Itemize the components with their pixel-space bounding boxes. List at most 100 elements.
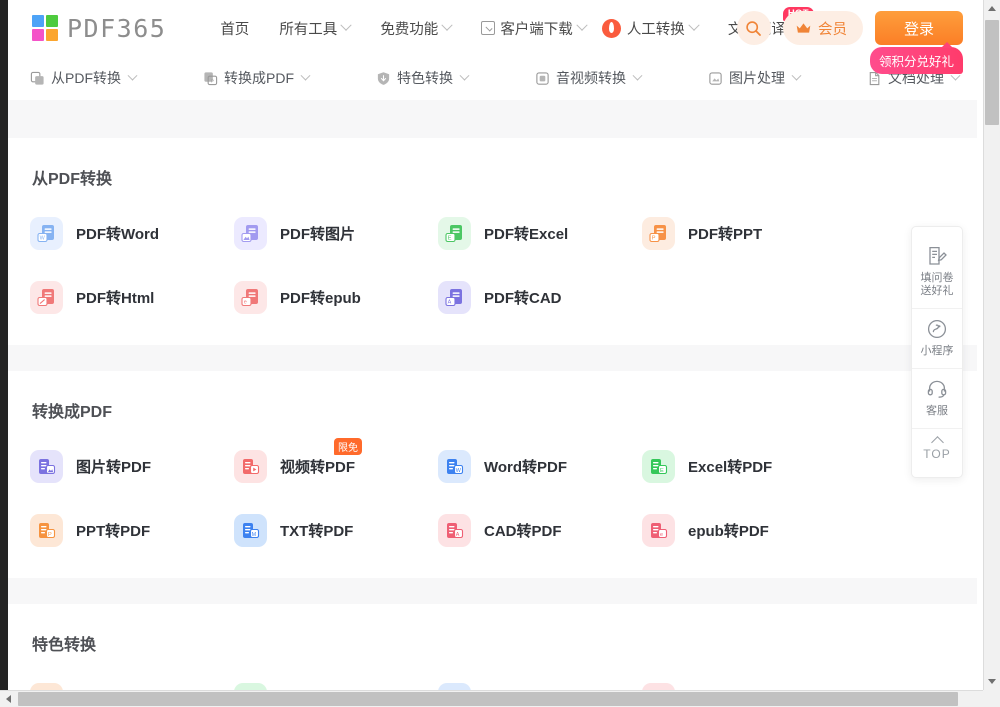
subnav-item-image[interactable]: 图片处理 xyxy=(708,68,802,88)
triangle-left-icon xyxy=(6,695,11,703)
vip-button[interactable]: 会员 xyxy=(782,11,863,45)
tool-badge-limited-free: 限免 xyxy=(334,438,362,455)
tool-grid: 图片转PDF 视频转PDF 限免 W Word转PDF E Excel转PDF … xyxy=(8,422,977,578)
band-separator-top xyxy=(8,100,977,138)
tool-ppt-to-pdf[interactable]: P PPT转PDF xyxy=(30,508,234,552)
download-monitor-icon xyxy=(481,21,496,35)
tool-epub-to-pdf[interactable]: e epub转PDF xyxy=(642,508,846,552)
search-icon xyxy=(746,20,762,36)
tool-label: CAD转PDF xyxy=(484,522,562,540)
tool-pdf-to-image[interactable]: PDF转图片 xyxy=(234,211,438,255)
subnav-label: 音视频转换 xyxy=(556,70,626,86)
vertical-scrollbar[interactable] xyxy=(983,0,1000,690)
tool-label: PDF转epub xyxy=(280,289,361,307)
tool-pdf-to-word[interactable]: W PDF转Word xyxy=(30,211,234,255)
chevron-down-icon xyxy=(441,19,453,31)
chevron-down-icon xyxy=(791,70,802,81)
svg-text:A: A xyxy=(456,532,460,538)
scroll-left-arrow[interactable] xyxy=(0,691,17,707)
subnav-item-from-pdf[interactable]: 从PDF转换 xyxy=(30,68,138,88)
tool-label: PDF转Word xyxy=(76,225,160,243)
nav-label: 首页 xyxy=(220,21,250,38)
tool-word-to-pdf[interactable]: W Word转PDF xyxy=(438,444,642,488)
side-item-survey[interactable]: 填问卷 送好礼 xyxy=(912,236,962,308)
points-tooltip[interactable]: 领积分兑好礼 xyxy=(869,42,963,74)
media-icon xyxy=(536,71,549,85)
tool-label: PDF转图片 xyxy=(280,225,356,243)
nav-item-manual-convert[interactable]: 人工转换 xyxy=(601,18,700,39)
tool-video-to-pdf[interactable]: 视频转PDF 限免 xyxy=(234,438,438,488)
chevron-down-icon xyxy=(459,70,470,81)
chevron-down-icon xyxy=(576,19,588,31)
subnav-item-special[interactable]: 特色转换 xyxy=(376,68,470,88)
page-content: PDF365 首页 所有工具 免费功能 客户端下载 人工转换 会员 登录 领积分… xyxy=(8,0,977,690)
copy-pdf-icon xyxy=(30,71,44,85)
subnav-label: 转换成PDF xyxy=(224,70,294,86)
tool-grid: PDF转换器 E 扫描件转Excel W xyxy=(8,655,977,690)
svg-text:e: e xyxy=(660,532,663,538)
scroll-down-arrow[interactable] xyxy=(984,673,1000,690)
epub-to-pdf-icon: e xyxy=(642,513,675,547)
vip-label: 会员 xyxy=(817,21,847,38)
side-label-line2: 送好礼 xyxy=(920,285,954,297)
tool-scan-to-excel[interactable]: E 扫描件转Excel xyxy=(234,677,438,690)
tool-pdf-to-cad[interactable]: A PDF转CAD xyxy=(438,275,642,319)
side-item-scroll-top[interactable]: TOP xyxy=(912,428,962,471)
tool-label: PDF转Html xyxy=(76,289,155,307)
logo-squares-icon xyxy=(32,15,58,41)
section-from-pdf: 从PDF转换 W PDF转Word PDF转图片 E PDF转Excel P P… xyxy=(8,138,977,345)
cad-to-pdf-icon: A xyxy=(438,513,471,547)
excel-to-pdf-icon: E xyxy=(642,449,675,483)
side-label-line1: 客服 xyxy=(926,405,948,417)
search-button[interactable] xyxy=(736,11,771,45)
floating-side-widget: 填问卷 送好礼 小程序 客服 TOP xyxy=(911,226,963,478)
horizontal-scrollbar[interactable] xyxy=(0,690,1000,707)
nav-item-client-download[interactable]: 客户端下载 xyxy=(481,18,588,39)
flame-icon xyxy=(601,18,621,38)
image-icon xyxy=(709,71,722,85)
tool-txt-to-pdf[interactable]: M TXT转PDF xyxy=(234,508,438,552)
nav-item-all-tools[interactable]: 所有工具 xyxy=(279,18,352,39)
logo[interactable]: PDF365 xyxy=(32,14,166,43)
browser-viewport: PDF365 首页 所有工具 免费功能 客户端下载 人工转换 会员 登录 领积分… xyxy=(0,0,1000,707)
section-title: 从PDF转换 xyxy=(32,171,113,188)
tool-cad-version-convert[interactable]: A CAD版本转换 xyxy=(642,677,846,690)
survey-icon xyxy=(929,246,947,265)
tool-image-to-pdf[interactable]: 图片转PDF xyxy=(30,444,234,488)
header-actions: 会员 登录 领积分兑好礼 xyxy=(736,0,963,74)
svg-text:E: E xyxy=(660,468,664,474)
section-title: 转换成PDF xyxy=(32,404,113,421)
logo-text: PDF365 xyxy=(67,13,167,43)
tool-pdf-to-ppt[interactable]: P PDF转PPT xyxy=(642,211,846,255)
tool-scan-to-word[interactable]: W 扫描件转Word xyxy=(438,677,642,690)
chevron-down-icon xyxy=(340,19,352,31)
svg-text:A: A xyxy=(448,299,452,305)
tool-pdf-converter[interactable]: PDF转换器 xyxy=(30,677,234,690)
image-to-pdf-icon xyxy=(30,449,63,483)
video-to-pdf-icon xyxy=(234,449,267,483)
side-item-miniprogram[interactable]: 小程序 xyxy=(912,308,962,368)
horizontal-scroll-thumb[interactable] xyxy=(18,692,958,706)
band-separator-2 xyxy=(8,578,977,604)
nav-item-home[interactable]: 首页 xyxy=(220,18,249,39)
login-button[interactable]: 登录 xyxy=(874,11,963,45)
tool-excel-to-pdf[interactable]: E Excel转PDF xyxy=(642,444,846,488)
nav-item-free-features[interactable]: 免费功能 xyxy=(380,18,453,39)
vertical-scroll-thumb[interactable] xyxy=(985,20,999,125)
tool-label: Excel转PDF xyxy=(688,458,773,476)
tool-pdf-to-epub[interactable]: e PDF转epub xyxy=(234,275,438,319)
headset-icon xyxy=(927,380,947,398)
tool-pdf-to-excel[interactable]: E PDF转Excel xyxy=(438,211,642,255)
svg-text:W: W xyxy=(40,235,46,241)
tool-pdf-to-html[interactable]: PDF转Html xyxy=(30,275,234,319)
ppt-to-pdf-icon: P xyxy=(30,513,63,547)
pdf-to-epub-icon: e xyxy=(234,280,267,314)
subnav-item-to-pdf[interactable]: P 转换成PDF xyxy=(203,68,311,88)
side-item-support[interactable]: 客服 xyxy=(912,368,962,428)
tool-cad-to-pdf[interactable]: A CAD转PDF xyxy=(438,508,642,552)
tool-label: 视频转PDF xyxy=(280,458,356,476)
subnav-item-media[interactable]: 音视频转换 xyxy=(535,68,643,88)
scroll-up-arrow[interactable] xyxy=(984,0,1000,17)
to-pdf-icon: P xyxy=(204,71,218,85)
scrollbar-corner xyxy=(983,690,1000,707)
